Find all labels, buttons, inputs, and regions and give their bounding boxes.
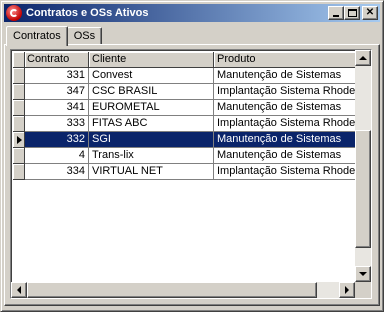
table-row[interactable]: 341 EUROMETAL Manutenção de Sistemas bbox=[13, 100, 355, 116]
column-header-cliente[interactable]: Cliente bbox=[89, 52, 214, 68]
row-indicator[interactable] bbox=[13, 100, 25, 116]
cell-cliente[interactable]: Convest bbox=[89, 68, 214, 84]
table-row[interactable]: 4 Trans-lix Manutenção de Sistemas bbox=[13, 148, 355, 164]
scroll-down-button[interactable] bbox=[355, 266, 371, 282]
cell-contrato[interactable]: 331 bbox=[25, 68, 89, 84]
cell-produto[interactable]: Implantação Sistema Rhodes bbox=[214, 164, 355, 180]
cell-produto[interactable]: Manutenção de Sistemas bbox=[214, 100, 355, 116]
arrow-left-icon bbox=[17, 286, 21, 294]
table-row[interactable]: 331 Convest Manutenção de Sistemas bbox=[13, 68, 355, 84]
table-row[interactable]: 332 SGI Manutenção de Sistemas bbox=[13, 132, 355, 148]
cell-produto[interactable]: Implantação Sistema Rhodes bbox=[214, 116, 355, 132]
table-row[interactable]: 347 CSC BRASIL Implantação Sistema Rhodes bbox=[13, 84, 355, 100]
table-row[interactable]: 334 VIRTUAL NET Implantação Sistema Rhodes bbox=[13, 164, 355, 180]
cell-cliente[interactable]: EUROMETAL bbox=[89, 100, 214, 116]
table-row[interactable]: 333 FITAS ABC Implantação Sistema Rhodes bbox=[13, 116, 355, 132]
cell-contrato[interactable]: 341 bbox=[25, 100, 89, 116]
cell-contrato[interactable]: 333 bbox=[25, 116, 89, 132]
cell-cliente[interactable]: VIRTUAL NET bbox=[89, 164, 214, 180]
tab-panel: Contrato Cliente Produto 331 Convest Manut… bbox=[4, 44, 380, 306]
column-header-produto[interactable]: Produto bbox=[214, 52, 355, 68]
title-bar[interactable]: Contratos e OSs Ativos ✕ bbox=[4, 4, 380, 22]
tab-contratos[interactable]: Contratos bbox=[6, 26, 68, 46]
window-title: Contratos e OSs Ativos bbox=[26, 7, 149, 19]
horizontal-scrollbar[interactable] bbox=[11, 282, 355, 298]
vertical-scrollbar[interactable] bbox=[355, 50, 371, 282]
main-window: Contratos e OSs Ativos ✕ Contratos OSs C… bbox=[0, 0, 384, 312]
vertical-scroll-thumb[interactable] bbox=[355, 130, 371, 248]
column-header-contrato[interactable]: Contrato bbox=[25, 52, 89, 68]
header-indicator bbox=[13, 52, 25, 68]
minimize-icon bbox=[333, 15, 339, 17]
row-indicator[interactable] bbox=[13, 164, 25, 180]
scroll-up-button[interactable] bbox=[355, 50, 371, 66]
cell-produto[interactable]: Manutenção de Sistemas bbox=[214, 68, 355, 84]
row-indicator[interactable] bbox=[13, 148, 25, 164]
scrollbar-corner bbox=[355, 282, 371, 298]
cell-cliente[interactable]: Trans-lix bbox=[89, 148, 214, 164]
cell-contrato[interactable]: 334 bbox=[25, 164, 89, 180]
scroll-left-button[interactable] bbox=[11, 282, 27, 298]
arrow-right-icon bbox=[345, 286, 349, 294]
contracts-grid[interactable]: Contrato Cliente Produto 331 Convest Manut… bbox=[10, 49, 372, 299]
tab-strip: Contratos OSs bbox=[6, 25, 103, 46]
cell-contrato[interactable]: 347 bbox=[25, 84, 89, 100]
row-indicator[interactable] bbox=[13, 116, 25, 132]
maximize-button[interactable] bbox=[344, 6, 360, 20]
maximize-icon bbox=[347, 9, 357, 17]
cell-cliente[interactable]: CSC BRASIL bbox=[89, 84, 214, 100]
row-indicator[interactable] bbox=[13, 132, 25, 148]
arrow-down-icon bbox=[359, 272, 367, 276]
minimize-button[interactable] bbox=[328, 6, 344, 20]
close-icon: ✕ bbox=[365, 7, 375, 18]
tab-oss[interactable]: OSs bbox=[66, 27, 103, 45]
grid-body: Contrato Cliente Produto 331 Convest Manut… bbox=[13, 52, 355, 282]
scroll-right-button[interactable] bbox=[339, 282, 355, 298]
cell-cliente[interactable]: FITAS ABC bbox=[89, 116, 214, 132]
cell-produto[interactable]: Manutenção de Sistemas bbox=[214, 148, 355, 164]
app-icon[interactable] bbox=[6, 5, 22, 21]
row-indicator[interactable] bbox=[13, 68, 25, 84]
cell-contrato[interactable]: 4 bbox=[25, 148, 89, 164]
horizontal-scroll-thumb[interactable] bbox=[27, 282, 317, 298]
arrow-up-icon bbox=[359, 56, 367, 60]
cell-contrato[interactable]: 332 bbox=[25, 132, 89, 148]
grid-header-row: Contrato Cliente Produto bbox=[13, 52, 355, 68]
cell-produto[interactable]: Implantação Sistema Rhodes bbox=[214, 84, 355, 100]
cell-cliente[interactable]: SGI bbox=[89, 132, 214, 148]
current-row-pointer-icon bbox=[17, 136, 22, 144]
row-indicator[interactable] bbox=[13, 84, 25, 100]
close-button[interactable]: ✕ bbox=[362, 6, 378, 20]
cell-produto[interactable]: Manutenção de Sistemas bbox=[214, 132, 355, 148]
